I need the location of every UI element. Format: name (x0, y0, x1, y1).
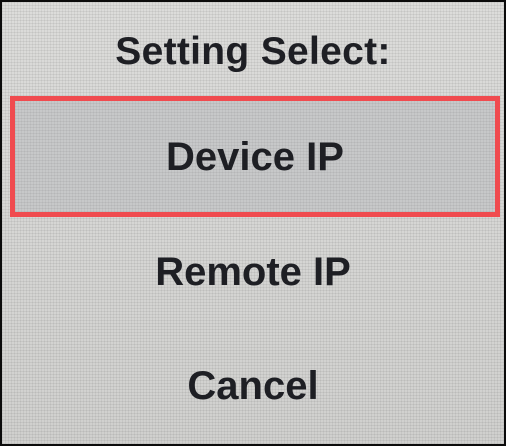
menu-title: Setting Select: (115, 30, 391, 73)
menu-item-label: Device IP (166, 135, 344, 179)
device-screen: Setting Select: Device IP Remote IP Canc… (0, 0, 506, 446)
menu-item-cancel[interactable]: Cancel (2, 356, 504, 416)
menu-item-label: Remote IP (155, 250, 351, 294)
menu-item-label: Cancel (187, 364, 319, 408)
menu-item-remote-ip[interactable]: Remote IP (2, 242, 504, 302)
menu-item-device-ip[interactable]: Device IP (10, 96, 500, 217)
